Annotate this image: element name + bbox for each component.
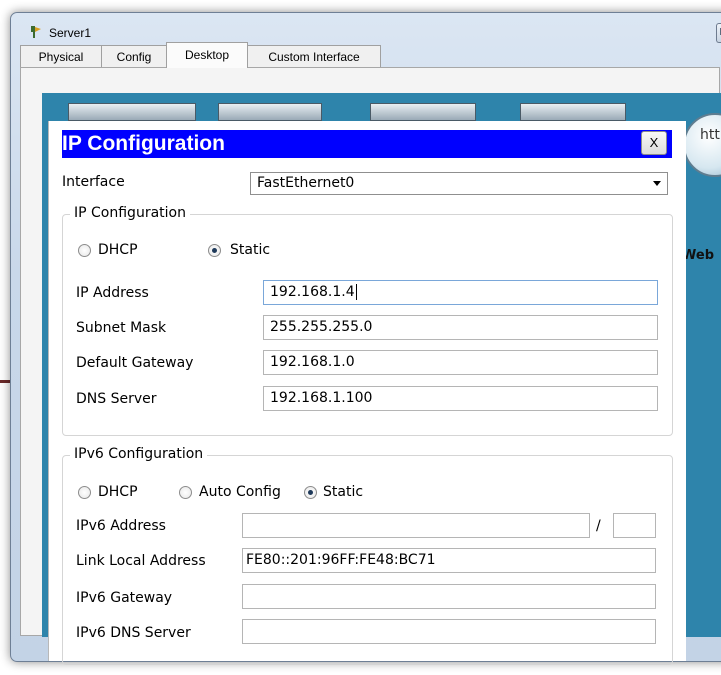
ipv6-static-radio[interactable] [304, 486, 317, 499]
ipv6-auto-config-radio[interactable] [179, 486, 192, 499]
ipv6-gateway-label: IPv6 Gateway [76, 590, 173, 606]
close-button[interactable]: X [641, 131, 667, 155]
ipv4-group-legend: IP Configuration [70, 205, 190, 221]
desktop-app-icon-2[interactable] [218, 103, 322, 121]
tab-config[interactable]: Config [101, 45, 167, 67]
ipv4-dhcp-radio[interactable] [78, 244, 91, 257]
prefix-separator: / [596, 518, 601, 534]
ipv6-address-field[interactable] [242, 513, 590, 538]
text-caret [355, 284, 357, 300]
ip-address-field[interactable]: 192.168.1.4 [263, 280, 658, 305]
ipv6-gateway-field[interactable] [242, 584, 656, 609]
tab-custom-interface[interactable]: Custom Interface [247, 45, 381, 67]
interface-select-value: FastEthernet0 [257, 175, 355, 191]
ip-address-label: IP Address [76, 285, 149, 301]
ipv6-group-legend: IPv6 Configuration [70, 446, 208, 462]
tab-physical[interactable]: Physical [20, 45, 102, 67]
window-restore-button[interactable] [716, 23, 721, 43]
ipv4-static-radio[interactable] [208, 244, 221, 257]
desktop-app-icon-1[interactable] [68, 103, 196, 121]
ipv4-static-label[interactable]: Static [230, 242, 270, 258]
default-gateway-field[interactable]: 192.168.1.0 [263, 350, 658, 375]
ipv6-dhcp-label[interactable]: DHCP [98, 484, 138, 500]
desktop-app-icon-4[interactable] [520, 103, 626, 121]
ipv6-prefix-field[interactable] [613, 513, 656, 538]
ipv6-dhcp-radio[interactable] [78, 486, 91, 499]
ipv6-address-label: IPv6 Address [76, 518, 166, 534]
chevron-down-icon [653, 181, 661, 186]
link-local-address-label: Link Local Address [76, 553, 206, 569]
dialog-header: IP Configuration [62, 130, 672, 158]
web-browser-caption[interactable]: Web I [682, 248, 721, 278]
dialog-title: IP Configuration [62, 132, 225, 155]
subnet-mask-label: Subnet Mask [76, 320, 167, 336]
window-bottom-edge [12, 636, 692, 656]
link-local-address-field[interactable]: FE80::201:96FF:FE48:BC71 [242, 548, 656, 573]
default-gateway-label: Default Gateway [76, 355, 194, 371]
dns-server-field[interactable]: 192.168.1.100 [263, 386, 658, 411]
server-app-icon [31, 26, 41, 38]
subnet-mask-field[interactable]: 255.255.255.0 [263, 315, 658, 340]
interface-select[interactable]: FastEthernet0 [250, 172, 668, 195]
ipv6-auto-config-label[interactable]: Auto Config [199, 484, 281, 500]
ip-address-value: 192.168.1.4 [270, 284, 355, 300]
window-titlebar[interactable]: Server1 [11, 13, 721, 45]
window-title: Server1 [49, 26, 92, 40]
ipv6-static-label[interactable]: Static [323, 484, 363, 500]
tab-desktop[interactable]: Desktop [166, 42, 248, 68]
web-icon-text: htt [700, 127, 720, 143]
ipv4-dhcp-label[interactable]: DHCP [98, 242, 138, 258]
interface-label: Interface [62, 174, 125, 190]
desktop-app-icon-3[interactable] [370, 103, 476, 121]
dns-server-label: DNS Server [76, 391, 157, 407]
